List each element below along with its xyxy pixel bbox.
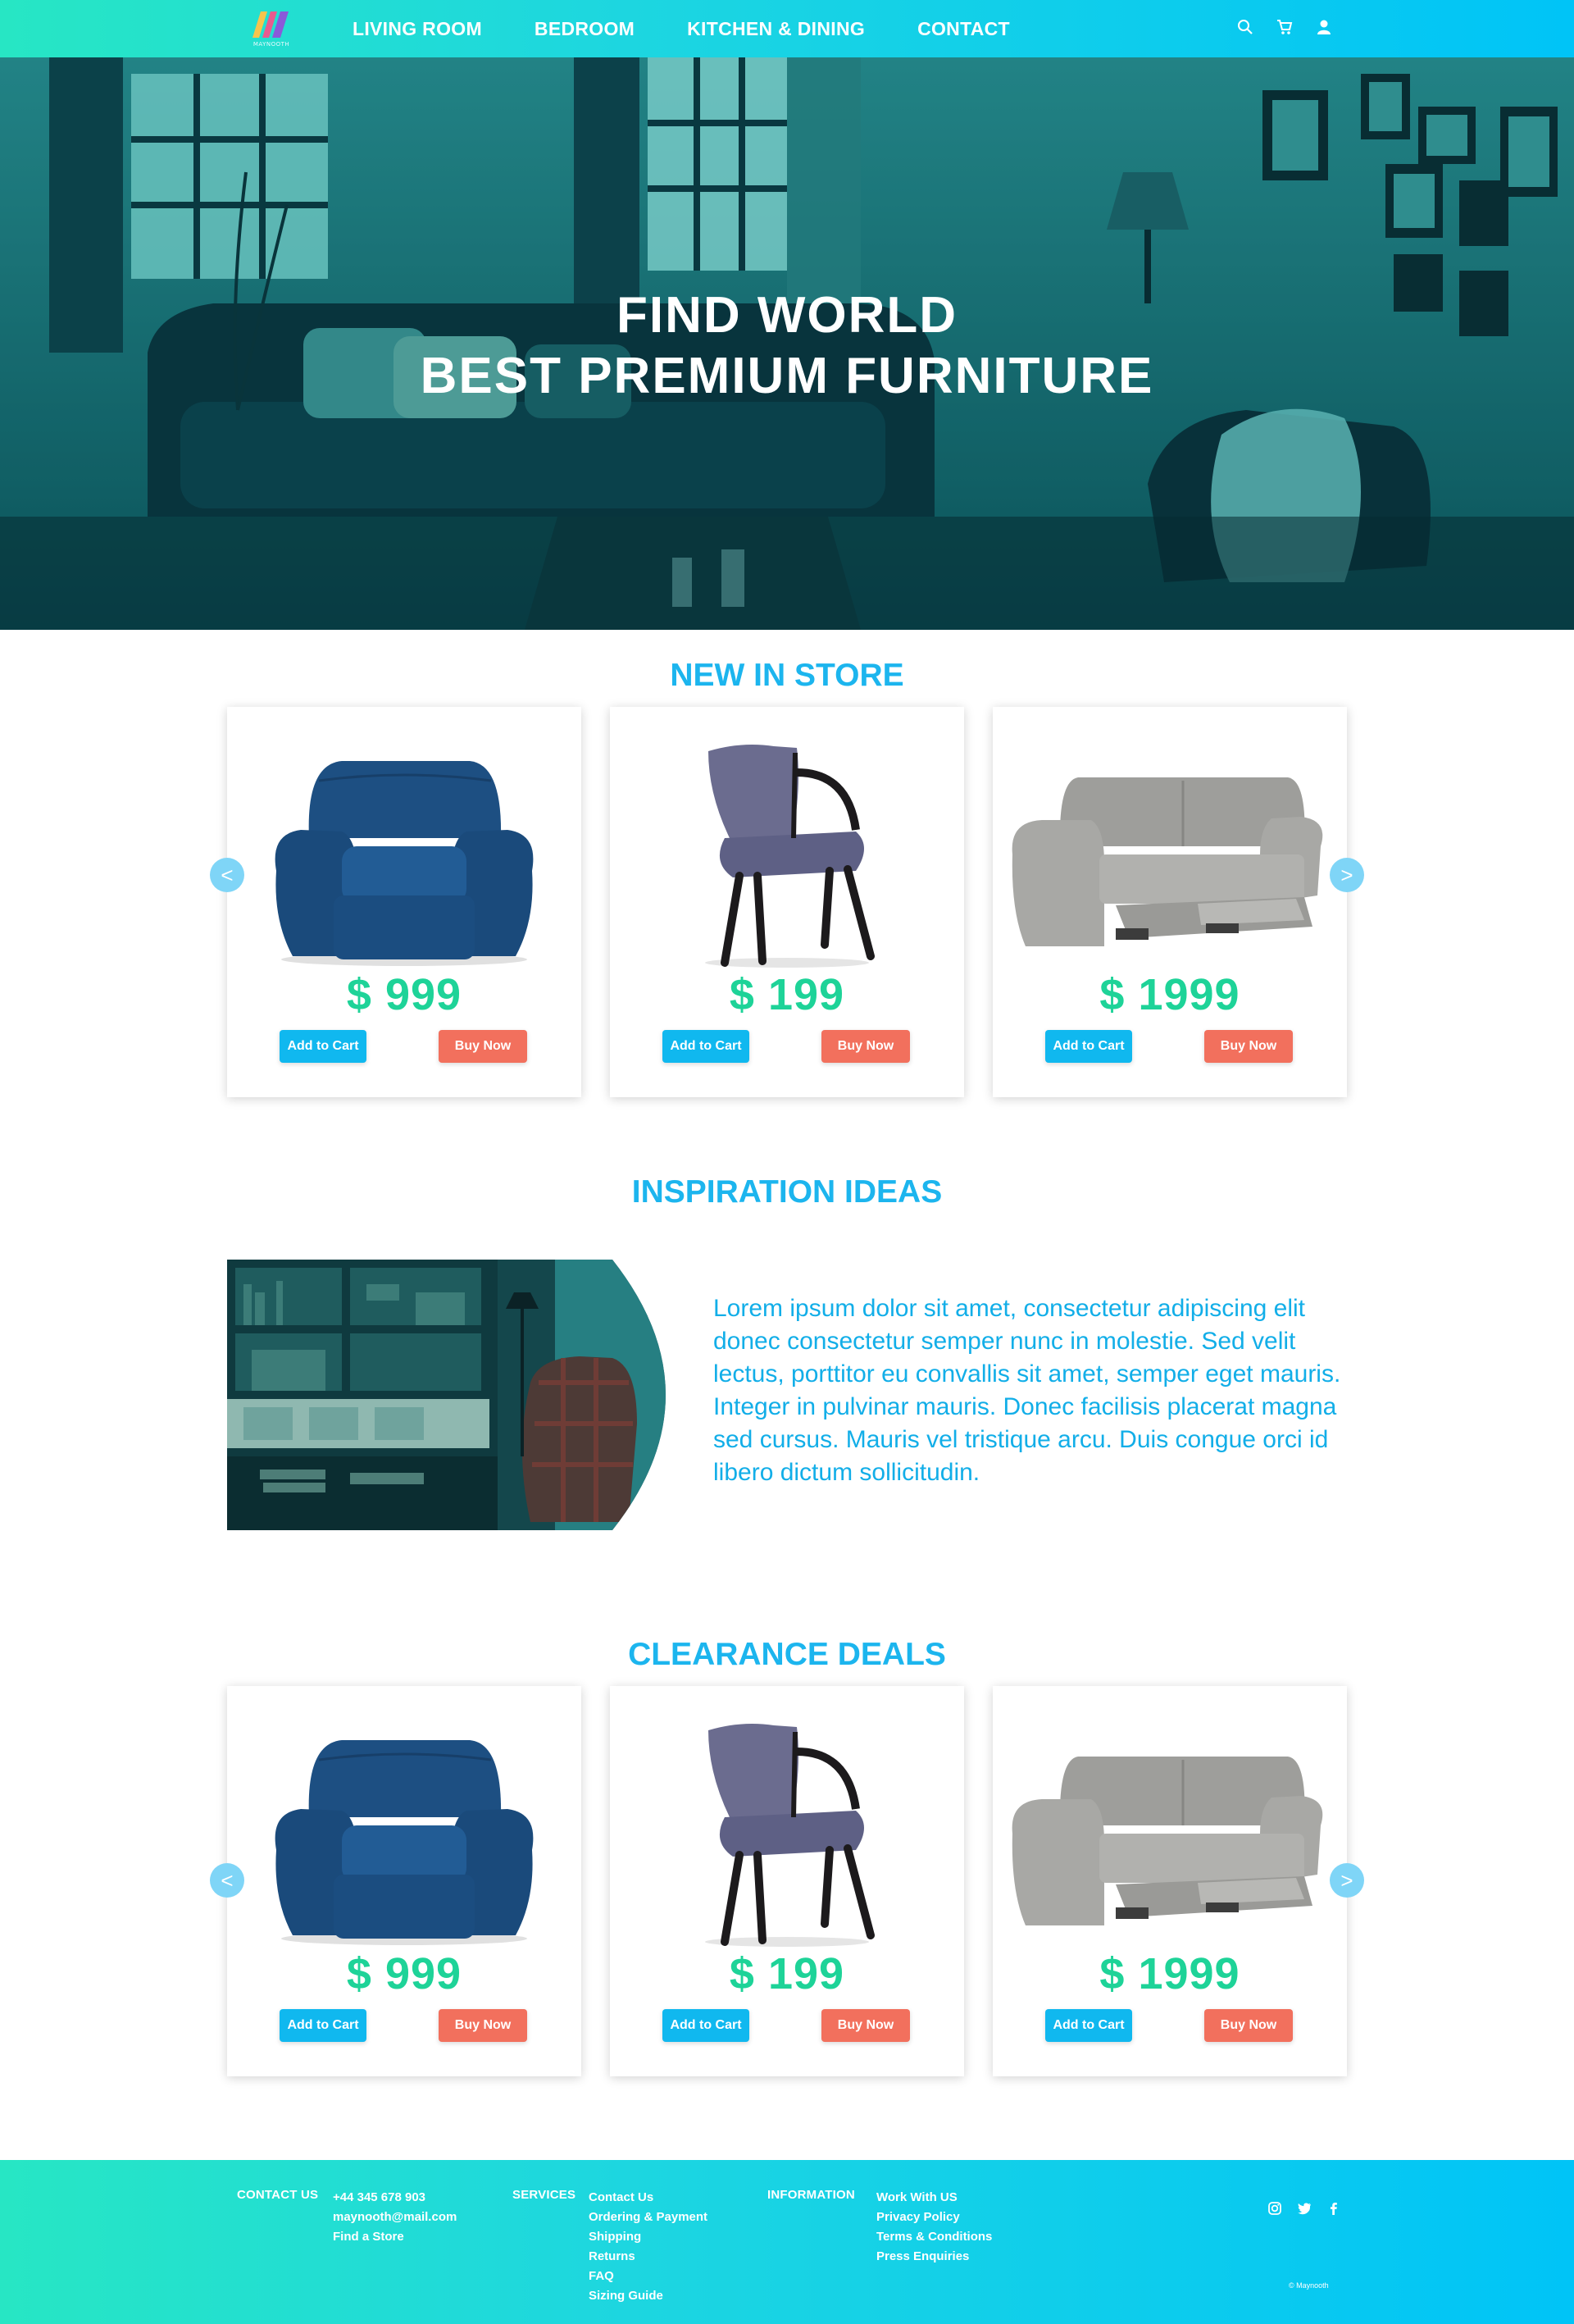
hero-title: FIND WORLD BEST PREMIUM FURNITURE [0, 285, 1574, 407]
footer-link-faq[interactable]: FAQ [589, 2267, 707, 2286]
add-to-cart-button[interactable]: Add to Cart [662, 1030, 749, 1063]
footer-contact-list: +44 345 678 903 maynooth@mail.com Find a… [333, 2188, 457, 2247]
carousel-prev-button[interactable]: < [210, 858, 244, 892]
site-header: MAYNOOTH LIVING ROOM BEDROOM KITCHEN & D… [0, 0, 1574, 57]
product-card: $ 999 Add to Cart Buy Now [227, 1686, 581, 2076]
armchair-image [275, 761, 534, 966]
footer-link-sizing-guide[interactable]: Sizing Guide [589, 2286, 707, 2306]
footer-phone[interactable]: +44 345 678 903 [333, 2188, 457, 2208]
footer-link-terms-conditions[interactable]: Terms & Conditions [876, 2227, 992, 2247]
nav-contact[interactable]: CONTACT [917, 18, 1010, 40]
main-nav: LIVING ROOM BEDROOM KITCHEN & DINING CON… [353, 0, 1010, 57]
add-to-cart-button[interactable]: Add to Cart [280, 2009, 366, 2042]
buy-now-button[interactable]: Buy Now [439, 2009, 527, 2042]
footer-link-contact-us[interactable]: Contact Us [589, 2188, 707, 2208]
nav-living-room[interactable]: LIVING ROOM [353, 18, 482, 40]
search-icon[interactable] [1236, 18, 1254, 36]
buy-now-button[interactable]: Buy Now [1204, 2009, 1293, 2042]
add-to-cart-button[interactable]: Add to Cart [280, 1030, 366, 1063]
new-in-store-title: NEW IN STORE [670, 658, 904, 693]
facebook-icon[interactable] [1326, 2201, 1341, 2216]
cart-icon[interactable] [1276, 18, 1294, 36]
carousel-prev-button[interactable]: < [210, 1863, 244, 1898]
product-card: $ 1999 Add to Cart Buy Now [993, 1686, 1347, 2076]
site-footer: CONTACT US +44 345 678 903 maynooth@mail… [0, 2160, 1574, 2324]
copyright-text: © Maynooth [1289, 2281, 1329, 2290]
footer-link-shipping[interactable]: Shipping [589, 2227, 707, 2247]
footer-services-list: Contact Us Ordering & Payment Shipping R… [589, 2188, 707, 2306]
footer-information-list: Work With US Privacy Policy Terms & Cond… [876, 2188, 992, 2267]
footer-email[interactable]: maynooth@mail.com [333, 2208, 457, 2227]
add-to-cart-button[interactable]: Add to Cart [662, 2009, 749, 2042]
logo[interactable]: MAYNOOTH [246, 5, 297, 51]
header-icons [1236, 18, 1333, 36]
footer-information-title: INFORMATION [767, 2188, 855, 2202]
add-to-cart-button[interactable]: Add to Cart [1045, 1030, 1132, 1063]
footer-link-work-with-us[interactable]: Work With US [876, 2188, 992, 2208]
product-price: $ 1999 [1099, 1949, 1240, 1998]
user-icon[interactable] [1315, 18, 1333, 36]
inspiration-text: Lorem ipsum dolor sit amet, consectetur … [713, 1295, 1341, 1486]
inspiration-image [227, 1260, 666, 1530]
footer-link-privacy-policy[interactable]: Privacy Policy [876, 2208, 992, 2227]
logo-text: MAYNOOTH [252, 41, 290, 48]
dining-chair-image [705, 745, 875, 968]
recliner-sofa-image [1012, 777, 1323, 946]
carousel-next-button[interactable]: > [1330, 1863, 1364, 1898]
buy-now-button[interactable]: Buy Now [439, 1030, 527, 1063]
product-price: $ 199 [729, 970, 845, 1019]
product-card: $ 999 Add to Cart Buy Now [227, 707, 581, 1097]
product-card: $ 199 Add to Cart Buy Now [610, 1686, 964, 2076]
footer-link-ordering-payment[interactable]: Ordering & Payment [589, 2208, 707, 2227]
product-price: $ 1999 [1099, 970, 1240, 1019]
buy-now-button[interactable]: Buy Now [821, 1030, 910, 1063]
hero-title-line2: BEST PREMIUM FURNITURE [420, 348, 1154, 404]
twitter-icon[interactable] [1297, 2201, 1312, 2216]
footer-link-press-enquiries[interactable]: Press Enquiries [876, 2247, 992, 2267]
footer-find-store[interactable]: Find a Store [333, 2227, 457, 2247]
dining-chair-image [705, 1724, 875, 1947]
instagram-icon[interactable] [1267, 2201, 1282, 2216]
product-card: $ 1999 Add to Cart Buy Now [993, 707, 1347, 1097]
footer-link-returns[interactable]: Returns [589, 2247, 707, 2267]
carousel-next-button[interactable]: > [1330, 858, 1364, 892]
product-price: $ 999 [346, 1949, 462, 1998]
inspiration-title: INSPIRATION IDEAS [631, 1174, 943, 1210]
logo-mark-icon [252, 11, 289, 38]
hero-banner: FIND WORLD BEST PREMIUM FURNITURE [0, 57, 1574, 630]
nav-kitchen-dining[interactable]: KITCHEN & DINING [687, 18, 865, 40]
recliner-sofa-image [1012, 1757, 1323, 1925]
product-card: $ 199 Add to Cart Buy Now [610, 707, 964, 1097]
hero-title-line1: FIND WORLD [616, 287, 958, 344]
product-price: $ 999 [346, 970, 462, 1019]
buy-now-button[interactable]: Buy Now [821, 2009, 910, 2042]
footer-contact-title: CONTACT US [237, 2188, 319, 2202]
armchair-image [275, 1740, 534, 1945]
buy-now-button[interactable]: Buy Now [1204, 1030, 1293, 1063]
nav-bedroom[interactable]: BEDROOM [535, 18, 635, 40]
add-to-cart-button[interactable]: Add to Cart [1045, 2009, 1132, 2042]
product-price: $ 199 [729, 1949, 845, 1998]
social-links [1267, 2201, 1341, 2216]
clearance-deals-title: CLEARANCE DEALS [628, 1637, 946, 1672]
footer-services-title: SERVICES [512, 2188, 576, 2202]
